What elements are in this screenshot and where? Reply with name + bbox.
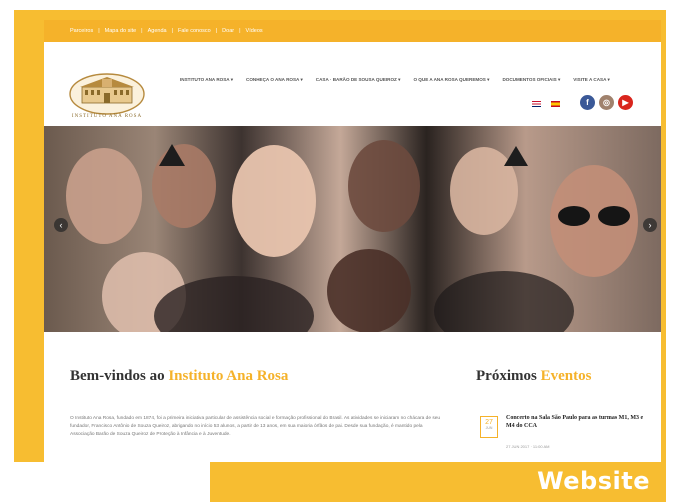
- topbar-link-parceiros[interactable]: Parceiros: [70, 28, 93, 34]
- hero-slider: ‹ ›: [44, 126, 661, 332]
- events-heading: Próximos Eventos: [476, 368, 591, 385]
- institute-logo[interactable]: [68, 69, 146, 115]
- topbar-separator: |: [215, 28, 218, 34]
- nav-item-instituto[interactable]: INSTITUTO ANA ROSA ▾: [180, 77, 233, 83]
- events-heading-accent: Eventos: [540, 368, 592, 384]
- english-flag-icon[interactable]: [532, 101, 541, 107]
- topbar-link-contact[interactable]: Fale conosco: [178, 28, 211, 34]
- nav-item-conheca[interactable]: CONHEÇA O ANA ROSA ▾: [246, 77, 303, 83]
- event-day: 27: [485, 419, 493, 426]
- facebook-icon[interactable]: f: [580, 95, 595, 110]
- topbar-link-donate[interactable]: Doar: [222, 28, 234, 34]
- nav-item-visite[interactable]: VISITE A CASA ▾: [573, 77, 610, 83]
- nav-item-casa[interactable]: CASA · BARÃO DE SOUSA QUEIROZ ▾: [316, 77, 401, 83]
- caption-bar: Website: [210, 462, 666, 502]
- topbar-separator: |: [98, 28, 100, 34]
- youtube-icon[interactable]: ▶: [618, 95, 633, 110]
- welcome-paragraph: O Instituto Ana Rosa, fundado em 1874, f…: [70, 416, 441, 437]
- event-month: JUN: [485, 426, 493, 430]
- topbar-separator: |: [171, 28, 174, 34]
- main-nav: INSTITUTO ANA ROSA ▾ CONHEÇA O ANA ROSA …: [180, 77, 610, 83]
- caption-label: Website: [537, 467, 650, 495]
- welcome-heading-accent[interactable]: Instituto Ana Rosa: [168, 368, 288, 384]
- event-title-link[interactable]: Concerto na Sala São Paulo para as turma…: [506, 414, 646, 430]
- slider-next-button[interactable]: ›: [643, 218, 657, 232]
- topbar-link-videos[interactable]: Vídeos: [246, 28, 263, 34]
- welcome-heading-prefix: Bem-vindos ao: [70, 368, 169, 384]
- slider-prev-button[interactable]: ‹: [54, 218, 68, 232]
- top-utility-bar: Parceiros | Mapa do site | Agenda | Fale…: [44, 20, 661, 42]
- instagram-icon[interactable]: ◎: [599, 95, 614, 110]
- event-meta: 27 JUN 2017 · 11:00 AM: [506, 444, 550, 449]
- nav-item-o-que[interactable]: O QUE A ANA ROSA QUEREMOS ▾: [413, 77, 489, 83]
- topbar-separator: |: [239, 28, 241, 34]
- site-header: INSTITUTO ANA ROSA INSTITUTO ANA ROSA ▾ …: [44, 42, 661, 126]
- hero-photo: [66, 140, 638, 332]
- topbar-link-agenda[interactable]: Agenda: [148, 28, 167, 34]
- website-screenshot: Parceiros | Mapa do site | Agenda | Fale…: [44, 20, 661, 462]
- content-section: Bem-vindos ao Instituto Ana Rosa O Insti…: [44, 332, 661, 462]
- language-switcher: [532, 101, 560, 107]
- topbar-separator: |: [141, 28, 143, 34]
- spanish-flag-icon[interactable]: [551, 101, 560, 107]
- logo-wordmark: INSTITUTO ANA ROSA: [71, 114, 143, 119]
- events-heading-prefix: Próximos: [476, 368, 541, 384]
- event-date-badge: 27 JUN: [480, 416, 498, 438]
- topbar-link-sitemap[interactable]: Mapa do site: [105, 28, 137, 34]
- yellow-frame: Parceiros | Mapa do site | Agenda | Fale…: [14, 10, 666, 462]
- welcome-heading: Bem-vindos ao Instituto Ana Rosa: [70, 368, 288, 385]
- nav-item-documentos[interactable]: DOCUMENTOS OFICIAIS ▾: [502, 77, 560, 83]
- social-links: f ◎ ▶: [580, 95, 633, 110]
